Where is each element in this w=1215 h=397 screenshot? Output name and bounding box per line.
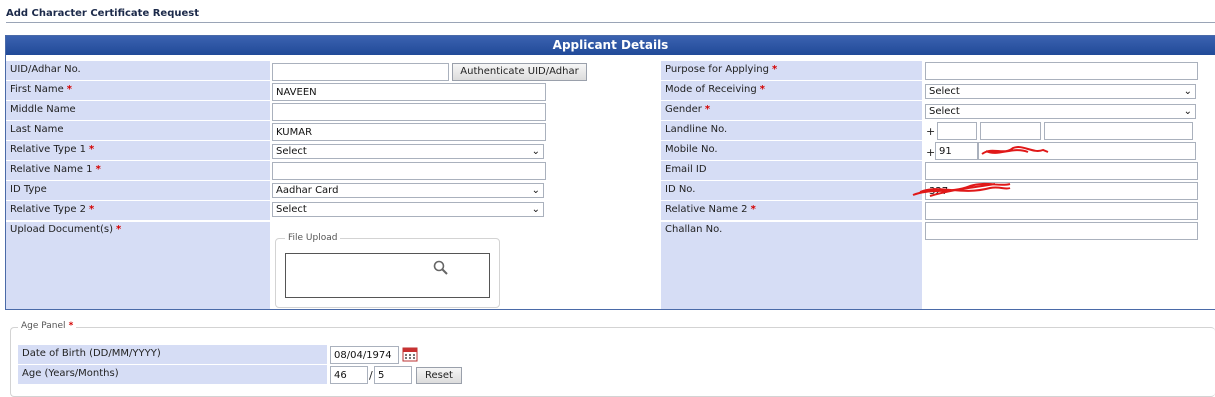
chevron-down-icon: ⌄: [531, 204, 540, 215]
gender-select[interactable]: Select ⌄: [925, 104, 1196, 119]
page-title: Add Character Certificate Request: [6, 8, 199, 19]
chevron-down-icon: ⌄: [531, 146, 540, 157]
age-months-input[interactable]: 5: [374, 366, 412, 384]
age-years-input[interactable]: 46: [330, 366, 368, 384]
relative-name-2-label: Relative Name 2 *: [661, 201, 922, 220]
relative-name-1-label: Relative Name 1 *: [6, 161, 270, 180]
landline-label: Landline No.: [661, 121, 922, 140]
challan-input[interactable]: [925, 222, 1198, 240]
purpose-label: Purpose for Applying *: [661, 61, 922, 80]
mode-of-receiving-select[interactable]: Select ⌄: [925, 84, 1196, 99]
redaction-scribble: [981, 146, 1049, 155]
panel-header: Applicant Details: [6, 36, 1215, 55]
first-name-label: First Name *: [6, 81, 270, 100]
relative-type-2-select[interactable]: Select ⌄: [272, 202, 544, 217]
id-type-select[interactable]: Aadhar Card ⌄: [272, 183, 544, 198]
age-separator: /: [369, 369, 373, 382]
mobile-country-code-input[interactable]: 91: [935, 142, 978, 160]
landline-country-code-input[interactable]: [937, 122, 977, 140]
search-icon[interactable]: [432, 259, 450, 277]
middle-name-input[interactable]: [272, 103, 546, 121]
landline-plus: +: [926, 125, 936, 138]
gender-label: Gender *: [661, 101, 922, 120]
challan-label: Challan No.: [665, 224, 723, 235]
authenticate-uid-button[interactable]: Authenticate UID/Adhar No.: [452, 63, 587, 93]
landline-number-input[interactable]: [1044, 122, 1193, 140]
title-divider: [6, 22, 1215, 23]
email-label: Email ID: [661, 161, 922, 180]
relative-name-1-input[interactable]: [272, 162, 546, 180]
date-of-birth-label: Date of Birth (DD/MM/YYYY): [18, 345, 327, 364]
last-name-input[interactable]: KUMAR: [272, 123, 546, 141]
redaction-scribble: [912, 182, 1011, 197]
relative-type-2-label: Relative Type 2 *: [6, 201, 270, 220]
uid-input[interactable]: [272, 63, 449, 81]
mode-of-receiving-label: Mode of Receiving *: [661, 81, 922, 100]
chevron-down-icon: ⌄: [1183, 86, 1192, 97]
age-label: Age (Years/Months): [18, 365, 327, 384]
landline-area-code-input[interactable]: [980, 122, 1041, 140]
relative-name-2-input[interactable]: [925, 202, 1198, 220]
last-name-label: Last Name: [6, 121, 270, 140]
mobile-label: Mobile No.: [661, 141, 922, 160]
relative-type-1-select[interactable]: Select ⌄: [272, 144, 544, 159]
chevron-down-icon: ⌄: [531, 185, 540, 196]
date-of-birth-input[interactable]: 08/04/1974: [330, 346, 399, 364]
id-type-label: ID Type: [6, 181, 270, 200]
calendar-icon[interactable]: [402, 346, 418, 362]
chevron-down-icon: ⌄: [1183, 106, 1192, 117]
file-upload-dropzone[interactable]: [285, 253, 490, 298]
purpose-input[interactable]: [925, 62, 1198, 80]
relative-type-1-label: Relative Type 1 *: [6, 141, 270, 160]
age-panel-legend: Age Panel *: [18, 321, 77, 331]
reset-button[interactable]: Reset: [416, 367, 462, 384]
file-upload-legend: File Upload: [285, 233, 341, 243]
first-name-input[interactable]: NAVEEN: [272, 83, 546, 101]
middle-name-label: Middle Name: [6, 101, 270, 120]
upload-documents-label: Upload Document(s) *: [10, 224, 122, 235]
mobile-plus: +: [926, 146, 936, 159]
id-no-label: ID No.: [661, 181, 922, 200]
uid-label: UID/Adhar No.: [6, 61, 270, 80]
